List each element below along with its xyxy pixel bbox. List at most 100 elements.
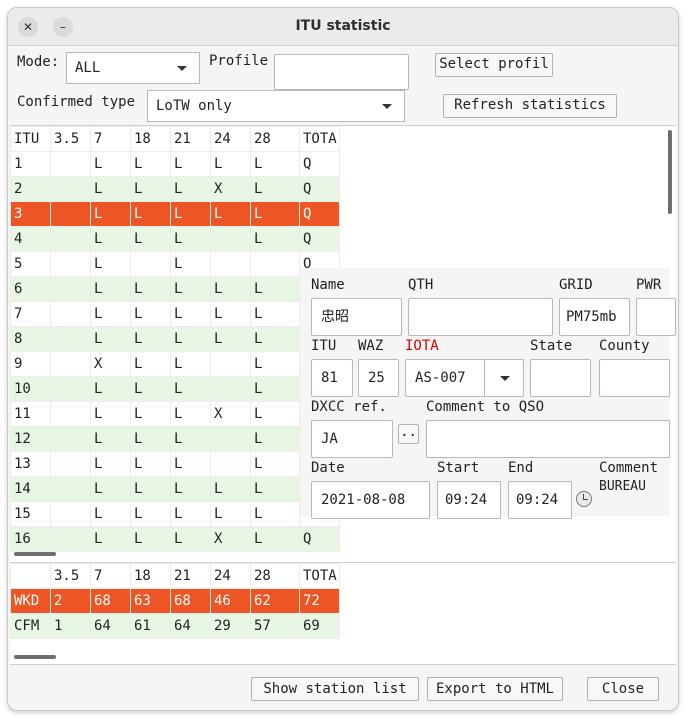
start-time-field[interactable]: 09:24 xyxy=(437,481,501,519)
horizontal-scrollbar[interactable] xyxy=(14,552,56,556)
table-cell: 9 xyxy=(10,351,51,377)
summary-column-header: 21 xyxy=(170,563,211,589)
itu-field[interactable]: 81 xyxy=(311,359,353,397)
table-cell xyxy=(50,251,91,277)
export-to-html-button[interactable]: Export to HTML xyxy=(427,677,563,701)
dxcc-ref-field[interactable]: JA xyxy=(311,420,393,458)
table-row[interactable]: 11 L L L X L xyxy=(10,401,340,427)
table-row[interactable]: 7LLLLL xyxy=(10,301,340,327)
county-label: County xyxy=(599,338,650,354)
table-cell: L xyxy=(170,151,211,177)
summary-cell: WKD xyxy=(10,588,51,614)
state-field[interactable] xyxy=(530,359,591,397)
column-header[interactable]: ITU xyxy=(10,126,51,152)
clock-icon[interactable] xyxy=(576,491,592,507)
column-header[interactable]: 3.5 xyxy=(50,126,91,152)
summary-table: 3.5 7 18 21 24 28 TOTA WKD 2 68 63 68 46 62 72 CFM 1 64 6… xyxy=(10,563,340,639)
table-cell: L xyxy=(210,326,251,352)
comment-value[interactable]: BUREAU xyxy=(599,479,646,494)
column-header[interactable]: TOTA xyxy=(299,126,340,152)
table-row[interactable]: 9XLLL xyxy=(10,351,340,377)
column-header[interactable]: 24 xyxy=(210,126,251,152)
refresh-statistics-button[interactable]: Refresh statistics xyxy=(443,94,617,118)
table-row[interactable]: 15 L L L L L xyxy=(10,501,340,527)
mode-select[interactable]: ALL xyxy=(66,52,200,84)
confirmed-type-select[interactable]: LoTW only xyxy=(147,90,405,122)
select-profile-button[interactable]: Select profil xyxy=(435,53,553,77)
table-row[interactable]: 10 L L L L xyxy=(10,376,340,402)
table-cell: L xyxy=(130,501,171,527)
table-row[interactable]: 12 L L L L xyxy=(10,426,340,452)
dxcc-lookup-button[interactable]: .. xyxy=(398,424,419,444)
table-row[interactable]: 1LLLLLQ xyxy=(10,151,340,177)
table-cell xyxy=(250,251,300,277)
table-cell: L xyxy=(170,251,211,277)
table-row[interactable]: 14 L L L L L xyxy=(10,476,340,502)
table-row[interactable]: 4LLLLQ xyxy=(10,226,340,252)
table-cell: L xyxy=(170,226,211,252)
grid-field[interactable]: PM75mb xyxy=(559,298,630,336)
table-cell: L xyxy=(170,526,211,552)
comment-to-qso-label: Comment to QSO xyxy=(426,399,545,415)
comment-to-qso-field[interactable] xyxy=(426,420,670,458)
table-cell: L xyxy=(90,301,131,327)
table-cell: Q xyxy=(299,226,340,252)
vertical-scrollbar[interactable] xyxy=(668,130,672,214)
confirmed-type-value: LoTW only xyxy=(156,98,232,114)
table-row[interactable]: 5LLO xyxy=(10,251,340,277)
county-field[interactable] xyxy=(599,359,670,397)
column-header[interactable]: 7 xyxy=(90,126,131,152)
table-cell: 13 xyxy=(10,451,51,477)
table-cell: L xyxy=(250,151,300,177)
table-cell: L xyxy=(130,176,171,202)
qth-field[interactable] xyxy=(408,298,553,336)
column-header[interactable]: 21 xyxy=(170,126,211,152)
table-cell: Q xyxy=(299,176,340,202)
window-title: ITU statistic xyxy=(295,18,391,34)
table-cell: L xyxy=(250,476,300,502)
summary-column-header: 3.5 xyxy=(50,563,91,589)
column-header[interactable]: 28 xyxy=(250,126,300,152)
summary-cell: 68 xyxy=(170,588,211,614)
itu-label: ITU xyxy=(311,338,337,354)
table-cell: L xyxy=(170,401,211,427)
state-label: State xyxy=(530,338,573,354)
table-cell xyxy=(50,501,91,527)
table-cell: L xyxy=(90,226,131,252)
table-cell: L xyxy=(130,151,171,177)
table-cell: L xyxy=(90,501,131,527)
summary-cell: 57 xyxy=(250,613,300,639)
table-row[interactable]: 8LLLLL xyxy=(10,326,340,352)
summary-cell: 46 xyxy=(210,588,251,614)
table-row[interactable]: 3LLLLLQ xyxy=(10,201,340,227)
table-cell: L xyxy=(130,351,171,377)
name-label: Name xyxy=(311,277,345,293)
table-row[interactable]: 6LLLLL xyxy=(10,276,340,302)
table-row[interactable]: 13 L L L L xyxy=(10,451,340,477)
show-station-list-button[interactable]: Show station list xyxy=(251,677,419,701)
summary-column-header: TOTA xyxy=(299,563,340,589)
table-cell: L xyxy=(250,176,300,202)
mode-select-value: ALL xyxy=(75,60,101,76)
name-field[interactable]: 忠昭 xyxy=(311,298,402,336)
summary-horizontal-scrollbar[interactable] xyxy=(14,655,56,659)
iota-combo[interactable]: AS-007 xyxy=(405,359,524,397)
table-cell: 7 xyxy=(10,301,51,327)
table-cell xyxy=(50,226,91,252)
table-row[interactable]: 16 L L L X L Q xyxy=(10,526,340,552)
date-field[interactable]: 2021-08-08 xyxy=(311,481,430,519)
end-time-field[interactable]: 09:24 xyxy=(508,481,572,519)
table-cell: L xyxy=(250,326,300,352)
waz-field[interactable]: 25 xyxy=(358,359,399,397)
profile-field[interactable] xyxy=(274,54,409,90)
chevron-down-icon[interactable] xyxy=(500,376,510,381)
column-header[interactable]: 18 xyxy=(130,126,171,152)
table-cell: 15 xyxy=(10,501,51,527)
qso-detail-popup: Name QTH GRID PWR 忠昭 PM75mb ITU WAZ IOTA… xyxy=(300,268,676,519)
table-cell: L xyxy=(210,301,251,327)
summary-column-header: 24 xyxy=(210,563,251,589)
summary-cell: 29 xyxy=(210,613,251,639)
pwr-field[interactable] xyxy=(636,298,676,336)
table-row[interactable]: 2LLLXLQ xyxy=(10,176,340,202)
close-button[interactable]: Close xyxy=(587,677,659,701)
